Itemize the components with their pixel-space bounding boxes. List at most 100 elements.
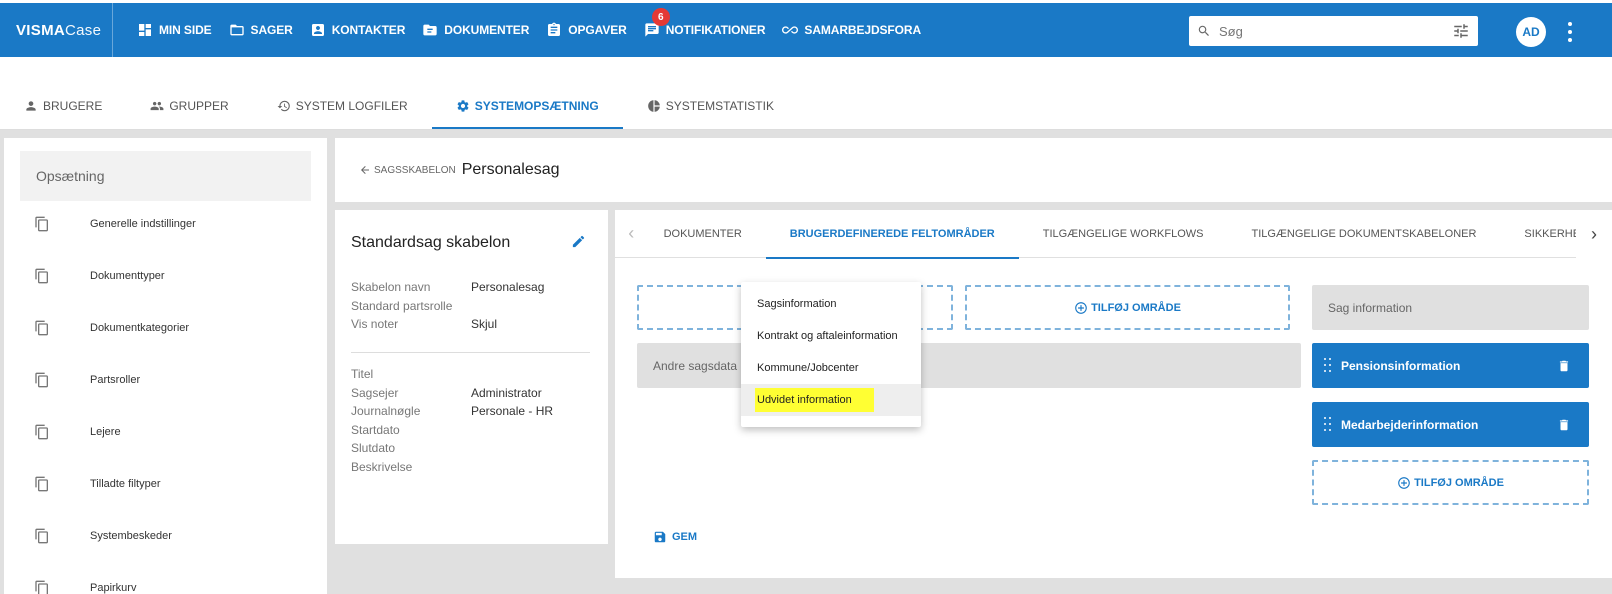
- sidebar-item-tilladte-filtyper[interactable]: Tilladte filtyper: [34, 472, 161, 496]
- tab-tilgaengelige-workflows[interactable]: TILGÆNGELIGE WORKFLOWS: [1019, 210, 1228, 258]
- info-title: Standardsag skabelon: [351, 234, 511, 251]
- drag-handle-icon[interactable]: [1324, 357, 1332, 374]
- nav-samarbejdsfora[interactable]: SAMARBEJDSFORA: [782, 22, 921, 38]
- tab-label: SYSTEMOPSÆTNING: [474, 99, 599, 113]
- menu-item-kontrakt[interactable]: Kontrakt og aftaleinformation: [741, 320, 921, 352]
- more-vert-icon[interactable]: [1563, 20, 1577, 44]
- info-row: Skabelon navn Personalesag: [351, 280, 544, 299]
- info-key: Standard partsrolle: [351, 298, 453, 313]
- contact-icon: [311, 24, 324, 36]
- pencil-icon: [572, 235, 585, 248]
- drag-handle-icon[interactable]: [1324, 416, 1332, 433]
- delete-button[interactable]: [1557, 359, 1571, 373]
- nav-sager[interactable]: SAGER: [229, 22, 293, 38]
- info-row: Journalnøgle Personale - HR: [351, 404, 553, 423]
- menu-item-label: Sagsinformation: [757, 298, 837, 310]
- notification-badge: 6: [651, 8, 670, 26]
- info-key: Beskrivelse: [351, 459, 413, 474]
- sidebar-item-label: Dokumentkategorier: [90, 322, 190, 334]
- copy-icon: [35, 476, 48, 492]
- nav-opgaver[interactable]: OPGAVER: [546, 22, 627, 38]
- avatar[interactable]: AD: [1516, 17, 1546, 47]
- sidebar-item-dokumenttyper[interactable]: Dokumenttyper: [34, 264, 165, 288]
- nav-dokumenter[interactable]: DOKUMENTER: [422, 22, 529, 38]
- tab-systemopsaetning[interactable]: SYSTEMOPSÆTNING: [431, 83, 623, 129]
- sidebar-item-lejere[interactable]: Lejere: [34, 420, 121, 444]
- field-area-pension[interactable]: Pensionsinformation: [1312, 343, 1589, 388]
- tab-label: BRUGERE: [43, 99, 103, 113]
- top-app-bar: VISMA Case MIN SIDE SAGER KONTAKTER DOKUM…: [0, 0, 1612, 57]
- sidebar-item-systembeskeder[interactable]: Systembeskeder: [34, 524, 172, 548]
- chevron-right-icon[interactable]: ›: [1576, 210, 1612, 258]
- info-key: Startdato: [351, 422, 400, 437]
- nav-kontakter[interactable]: KONTAKTER: [310, 22, 405, 38]
- info-value: Administrator: [471, 385, 542, 400]
- search-input[interactable]: [1219, 23, 1452, 39]
- folder-icon: [229, 24, 244, 36]
- field-area-label: Pensionsinformation: [1341, 358, 1461, 373]
- menu-item-kommune[interactable]: Kommune/Jobcenter: [741, 352, 921, 384]
- add-area-button[interactable]: TILFØJ OMRÅDE: [1312, 460, 1589, 505]
- trash-icon: [1559, 360, 1569, 371]
- tab-dokumenter[interactable]: DOKUMENTER: [648, 210, 766, 258]
- copy-icon: [35, 372, 48, 388]
- main-nav: MIN SIDE SAGER KONTAKTER DOKUMENTER OPGA…: [137, 3, 938, 57]
- delete-button[interactable]: [1557, 418, 1571, 432]
- nav-notifikationer[interactable]: 6 NOTIFIKATIONER: [644, 8, 766, 38]
- field-area-other-case-data[interactable]: Andre sagsdata: [637, 343, 1301, 388]
- sidebar-item-partsroller[interactable]: Partsroller: [34, 368, 140, 392]
- info-row: Vis noter Skjul: [351, 317, 544, 336]
- tab-system-logfiler[interactable]: SYSTEM LOGFILER: [253, 83, 432, 129]
- tab-grupper[interactable]: GRUPPER: [126, 83, 252, 129]
- menu-item-label: Kommune/Jobcenter: [757, 362, 859, 374]
- person-icon: [26, 101, 36, 111]
- save-icon: [654, 531, 666, 543]
- back-link[interactable]: SAGSSKABELON: [359, 164, 456, 176]
- field-area-case-info[interactable]: Sag information: [1312, 285, 1589, 330]
- admin-tabs: BRUGERE GRUPPER SYSTEM LOGFILER SYSTEMOP…: [0, 84, 1612, 130]
- save-button[interactable]: GEM: [653, 530, 697, 544]
- nav-label: SAGER: [250, 23, 293, 37]
- nav-min-side[interactable]: MIN SIDE: [137, 22, 212, 38]
- sidebar-item-dokumentkategorier[interactable]: Dokumentkategorier: [34, 316, 189, 340]
- sidebar-item-generelle-indstillinger[interactable]: Generelle indstillinger: [34, 212, 196, 236]
- field-area-medarbejder[interactable]: Medarbejderinformation: [1312, 402, 1589, 447]
- add-circle-icon: [1398, 476, 1410, 489]
- chevron-left-icon[interactable]: ‹: [615, 210, 648, 258]
- menu-item-udvidet-information[interactable]: Udvidet information: [741, 384, 921, 416]
- tab-tilgaengelige-dokumentskabeloner[interactable]: TILGÆNGELIGE DOKUMENTSKABELONER: [1227, 210, 1500, 258]
- tab-systemstatistik[interactable]: SYSTEMSTATISTIK: [623, 83, 798, 129]
- history-icon: [277, 100, 290, 112]
- edit-button[interactable]: [571, 234, 591, 254]
- sidebar-item-label: Tilladte filtyper: [90, 478, 161, 490]
- template-tabs: ‹ DOKUMENTER BRUGERDEFINEREDE FELTOMRÅDE…: [615, 210, 1612, 259]
- info-key: Journalnøgle: [351, 404, 421, 418]
- menu-item-sagsinformation[interactable]: Sagsinformation: [741, 288, 921, 320]
- copy-icon: [35, 216, 48, 232]
- field-area-label: Medarbejderinformation: [1341, 417, 1479, 432]
- menu-item-label: Udvidet information: [755, 388, 874, 412]
- info-value: Personale - HR: [471, 404, 554, 418]
- tab-brugere[interactable]: BRUGERE: [0, 83, 126, 129]
- page-title: Personalesag: [461, 161, 560, 178]
- copy-icon: [35, 424, 48, 440]
- info-key: Vis noter: [351, 317, 399, 331]
- info-row: Standard partsrolle: [351, 299, 544, 318]
- menu-item-label: Kontrakt og aftaleinformation: [757, 330, 898, 342]
- tab-label: SYSTEM LOGFILER: [295, 99, 408, 113]
- add-circle-icon: [1075, 301, 1087, 314]
- info-rows-case: Titel Sagsejer Administrator Journalnøgle…: [351, 367, 553, 478]
- nav-label: DOKUMENTER: [444, 23, 530, 37]
- pie-chart-icon: [647, 100, 660, 112]
- gear-icon: [457, 100, 469, 112]
- sidebar-item-label: Partsroller: [90, 374, 141, 386]
- tab-brugerdefinerede-feltomraader[interactable]: BRUGERDEFINEREDE FELTOMRÅDER: [765, 210, 1019, 259]
- info-value: Skjul: [471, 317, 498, 331]
- info-key: Sagsejer: [351, 385, 399, 400]
- sidebar-item-papirkurv[interactable]: Papirkurv: [34, 576, 136, 594]
- info-key: Skabelon navn: [351, 280, 431, 294]
- brand-logo[interactable]: VISMA Case: [0, 3, 113, 57]
- filter-tune-icon[interactable]: [1452, 22, 1470, 40]
- info-row: Slutdato: [351, 441, 553, 460]
- add-area-button[interactable]: TILFØJ OMRÅDE: [965, 285, 1290, 330]
